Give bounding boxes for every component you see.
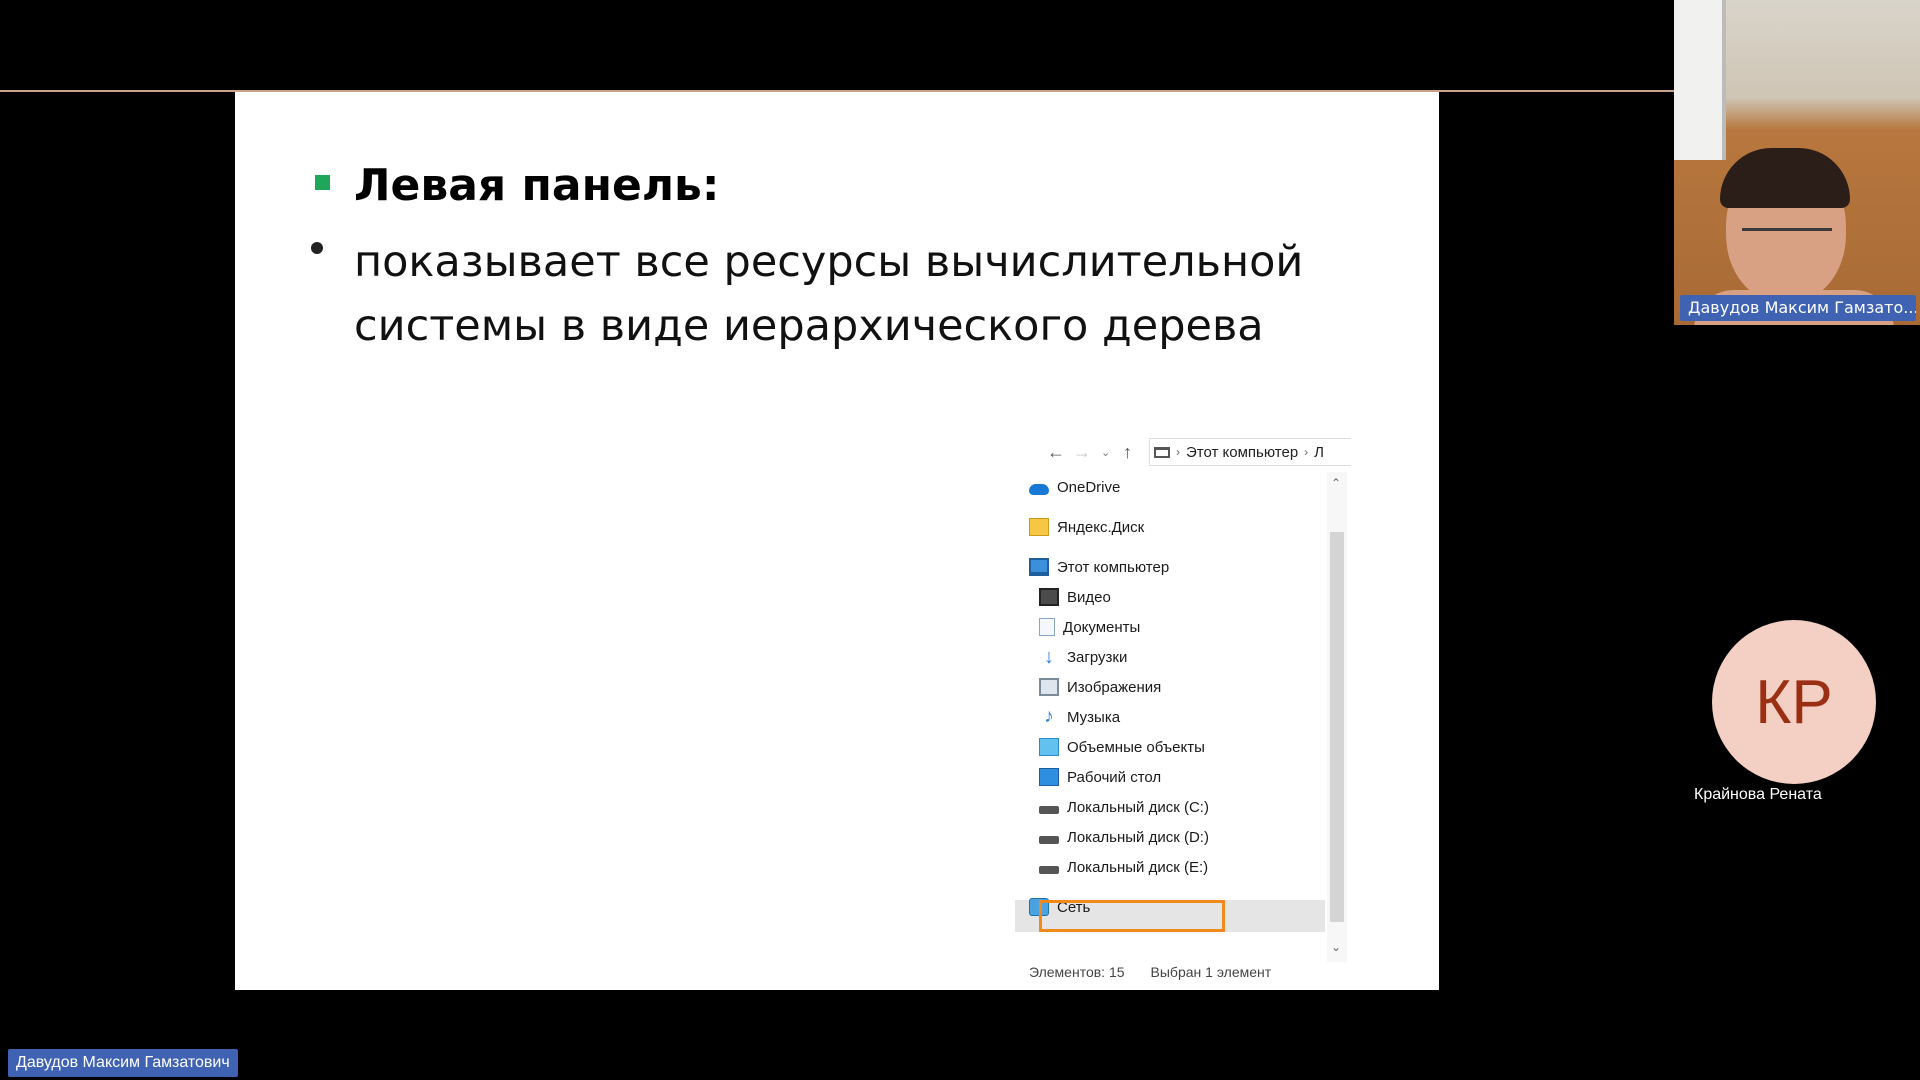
glasses-icon (1742, 228, 1832, 246)
arrow-right-icon: → (1073, 442, 1091, 462)
chevron-right-icon: › (1176, 445, 1180, 459)
tree-item-label: Локальный диск (E:) (1067, 858, 1209, 876)
downloads-folder-icon: ↓ (1044, 646, 1054, 668)
tree-item-label: OneDrive (1057, 478, 1121, 496)
desktop-folder-icon (1039, 768, 1059, 786)
tree-item-label: Изображения (1067, 678, 1162, 696)
scrollbar-thumb (1330, 532, 1344, 922)
tree-item-documents: Документы (1039, 612, 1140, 642)
tree-item-label: Музыка (1067, 708, 1121, 726)
avatar-participant-name: Крайнова Рената (1694, 786, 1822, 803)
tree-item-pictures: Изображения (1039, 672, 1161, 702)
selection-highlight-frame (1039, 900, 1225, 932)
arrow-left-icon: ← (1047, 442, 1065, 462)
participant-video-tile[interactable]: Давудов Максим Гамзато... (1674, 0, 1920, 325)
3d-objects-folder-icon (1039, 738, 1059, 756)
computer-icon (1154, 446, 1170, 458)
explorer-toolbar: ← → ⌄ ↑ › Этот компьютер › Л (1015, 432, 1351, 472)
chevron-up-icon: ⌃ (1331, 476, 1342, 490)
tree-item-label: Загрузки (1067, 648, 1128, 666)
tree-item-this-pc: Этот компьютер (1029, 552, 1169, 582)
tree-item-drive-d: Локальный диск (D:) (1039, 822, 1209, 852)
participant-avatar[interactable]: КР (1712, 620, 1876, 784)
tree-item-label: Локальный диск (C:) (1067, 798, 1209, 816)
round-bullet-icon (311, 242, 323, 254)
chevron-down-icon: ⌄ (1101, 447, 1111, 459)
drive-icon (1039, 866, 1059, 874)
cloud-icon (1029, 483, 1049, 495)
tree-item-label: Яндекс.Диск (1057, 518, 1145, 536)
tree-item-yandex-disk: Яндекс.Диск (1029, 512, 1144, 542)
tree-item-label: Объемные объекты (1067, 738, 1205, 756)
participant-name-label: Давудов Максим Гамзато... (1680, 295, 1916, 321)
computer-icon (1029, 558, 1049, 576)
explorer-status-bar: Элементов: 15 Выбран 1 элемент (1029, 964, 1349, 980)
drive-icon (1039, 806, 1059, 814)
tree-item-drive-c: Локальный диск (C:) (1039, 792, 1209, 822)
chevron-down-icon: ⌄ (1331, 940, 1342, 954)
tree-item-desktop: Рабочий стол (1039, 762, 1161, 792)
address-segment: Этот компьютер (1186, 443, 1299, 461)
slide-body-text: показывает все ресурсы вычислительной си… (354, 237, 1304, 351)
video-folder-icon (1039, 588, 1059, 606)
tree-scrollbar: ⌃ ⌄ (1327, 472, 1347, 962)
slide-heading: Левая панель: (354, 160, 720, 211)
item-count: Элементов: 15 (1029, 964, 1125, 980)
documents-folder-icon (1039, 618, 1055, 636)
tree-item-video: Видео (1039, 582, 1111, 612)
avatar-initials: КР (1755, 667, 1833, 737)
tree-item-label: Документы (1063, 618, 1141, 636)
yandex-disk-icon (1029, 518, 1049, 536)
music-folder-icon: ♪ (1044, 706, 1054, 727)
arrow-up-icon: ↑ (1123, 442, 1132, 462)
tree-item-drive-e: Локальный диск (E:) (1039, 852, 1208, 882)
address-segment: Л (1314, 443, 1325, 461)
tree-item-label: Этот компьютер (1057, 558, 1170, 576)
whiteboard-background (1674, 0, 1726, 160)
presentation-slide: Левая панель: показывает все ресурсы выч… (235, 92, 1439, 990)
self-view-name-label: Давудов Максим Гамзатович (8, 1049, 238, 1077)
selection-count: Выбран 1 элемент (1150, 964, 1272, 980)
tree-item-onedrive: OneDrive (1029, 472, 1120, 502)
tree-item-label: Видео (1067, 588, 1111, 606)
square-bullet-icon (315, 175, 330, 190)
tree-item-3d-objects: Объемные объекты (1039, 732, 1205, 762)
address-bar: › Этот компьютер › Л (1149, 438, 1351, 466)
pictures-folder-icon (1039, 678, 1059, 696)
participant-hair (1720, 148, 1850, 208)
tree-item-label: Рабочий стол (1067, 768, 1162, 786)
chevron-right-icon: › (1304, 445, 1309, 459)
tree-item-music: ♪ Музыка (1039, 702, 1120, 732)
tree-item-downloads: ↓ Загрузки (1039, 642, 1127, 672)
tree-item-label: Локальный диск (D:) (1067, 828, 1209, 846)
drive-icon (1039, 836, 1059, 844)
explorer-screenshot: ← → ⌄ ↑ › Этот компьютер › Л OneDrive Ян… (1015, 432, 1351, 990)
